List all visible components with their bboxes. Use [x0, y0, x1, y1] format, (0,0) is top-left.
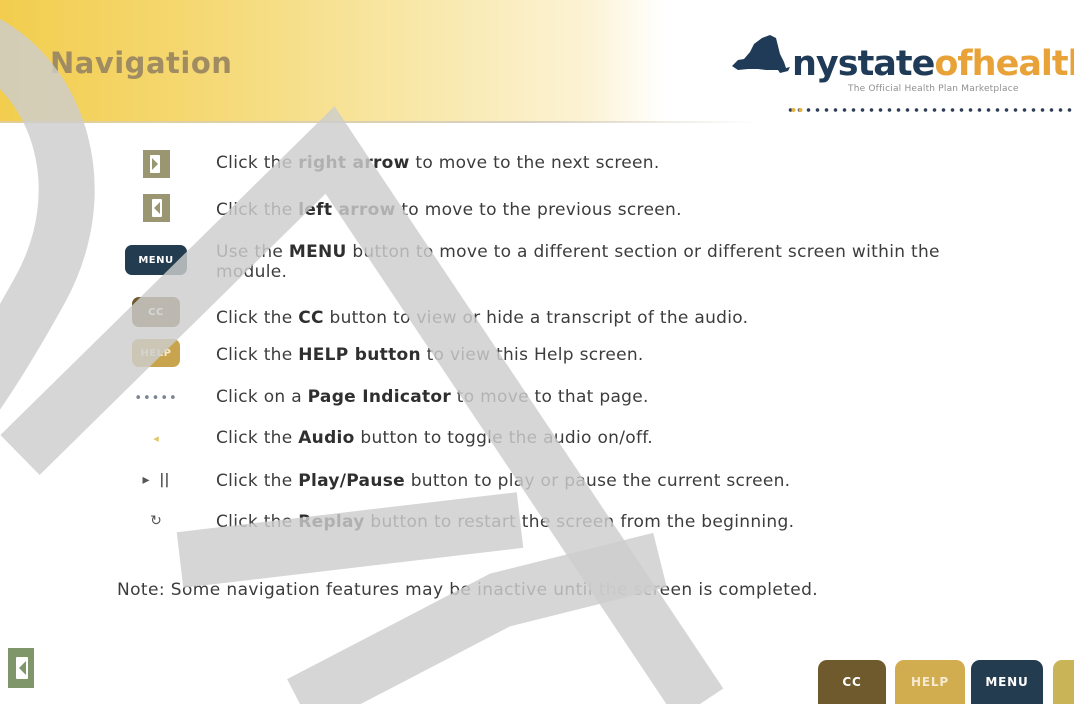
logo-wordmark: nystateofhealth: [792, 44, 1074, 84]
help-row-replay: ↻ Click the Replay button to restart the…: [150, 512, 795, 532]
help-row-page-indicator: ••••• Click on a Page Indicator to move …: [134, 387, 649, 407]
right-arrow-icon: [142, 150, 170, 178]
help-row-cc: CC Click the CC button to view or hide a…: [0, 295, 1074, 329]
help-button[interactable]: HELP: [895, 660, 965, 704]
play-pause-icon: ▸ ||: [142, 472, 170, 488]
cc-button[interactable]: CC: [818, 660, 886, 704]
page-indicator-icon: •••••: [134, 390, 178, 406]
header-divider: [0, 121, 760, 123]
logo-page-dots: [786, 106, 1074, 114]
help-row-left-arrow: Click the left arrow to move to the prev…: [0, 191, 1074, 225]
back-button[interactable]: [8, 648, 34, 688]
help-row-right-arrow: Click the right arrow to move to the nex…: [0, 147, 1074, 181]
menu-button[interactable]: MENU: [971, 660, 1043, 704]
help-row-menu: MENU Use the MENU button to move to a di…: [0, 238, 1074, 282]
help-row-audio: ◂ Click the Audio button to toggle the a…: [153, 428, 653, 448]
note-text: Note: Some navigation features may be in…: [117, 580, 819, 600]
cc-button-icon: CC: [132, 297, 180, 327]
menu-button-icon: MENU: [125, 245, 187, 275]
left-arrow-icon: [16, 657, 28, 679]
next-button[interactable]: [1053, 660, 1074, 704]
new-york-state-map-icon: [732, 35, 790, 73]
help-row-play-pause: ▸ || Click the Play/Pause button to play…: [142, 471, 791, 491]
nystateofhealth-logo: nystateofhealth The Official Health Plan…: [718, 22, 1074, 122]
logo-tagline: The Official Health Plan Marketplace: [848, 84, 1019, 94]
help-row-help: HELP Click the HELP button to view this …: [0, 336, 1074, 370]
left-arrow-icon: [142, 194, 170, 222]
page-title: Navigation: [50, 46, 233, 80]
replay-icon: ↻: [150, 513, 162, 529]
audio-icon: ◂: [153, 431, 159, 445]
help-button-icon: HELP: [132, 339, 180, 367]
